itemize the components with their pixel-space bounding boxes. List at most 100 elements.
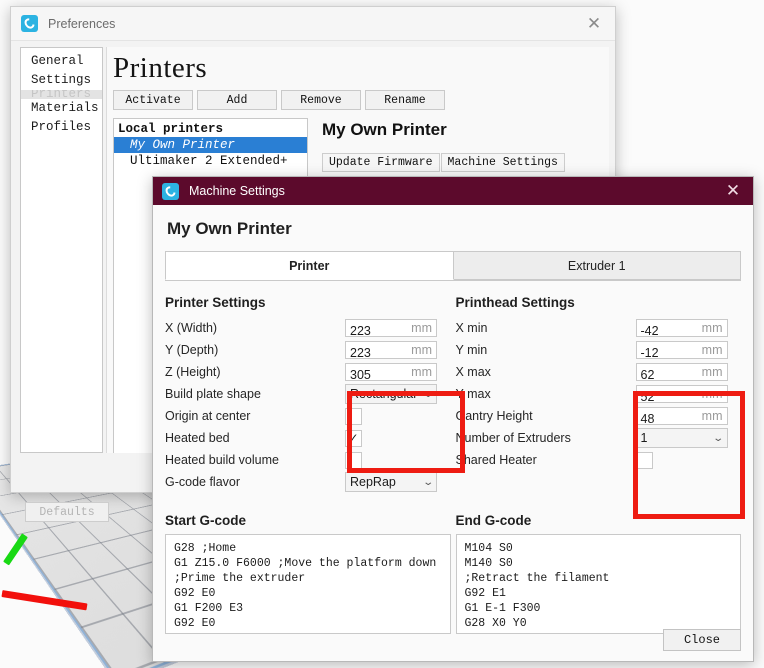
settings-columns: Printer Settings X (Width) 223 mm Y (Dep… — [165, 295, 741, 493]
y-max-unit: mm — [701, 387, 723, 401]
machine-settings-dialog: Machine Settings ✕ My Own Printer Printe… — [152, 176, 754, 662]
close-icon[interactable]: ✕ — [579, 11, 609, 37]
machine-settings-tabs: Printer Extruder 1 — [165, 251, 741, 281]
x-min-unit: mm — [701, 321, 723, 335]
end-gcode-textarea[interactable]: M104 S0 M140 S0 ;Retract the filament G9… — [455, 534, 741, 634]
cura-logo-icon — [21, 15, 38, 32]
machine-settings-footer: Close — [165, 629, 741, 651]
x-min-input[interactable]: -42 mm — [635, 319, 728, 337]
z-height-value: 305 — [350, 368, 371, 381]
row-origin-at-center: Origin at center — [165, 405, 451, 427]
preferences-sidebar: General Settings Printers Materials Prof… — [20, 47, 103, 453]
row-shared-heater: Shared Heater — [456, 449, 742, 471]
end-gcode-section: End G-code M104 S0 M140 S0 ;Retract the … — [455, 513, 741, 634]
sidebar-item-general[interactable]: General — [21, 52, 102, 71]
y-depth-input[interactable]: 223 mm — [345, 341, 437, 359]
y-max-value: 52 — [640, 390, 655, 403]
label-number-of-extruders: Number of Extruders — [455, 431, 571, 445]
build-plate-shape-select[interactable]: Rectangular ⌄ — [345, 384, 437, 404]
x-max-input[interactable]: 62 mm — [635, 363, 728, 381]
row-heated-bed: Heated bed ✓ — [165, 427, 451, 449]
row-build-plate-shape: Build plate shape Rectangular ⌄ — [165, 383, 451, 405]
label-heated-build-volume: Heated build volume — [165, 453, 279, 467]
number-of-extruders-select[interactable]: 1 ⌄ — [635, 428, 728, 448]
x-min-value: -42 — [640, 324, 659, 337]
defaults-button[interactable]: Defaults — [25, 502, 109, 522]
y-min-unit: mm — [701, 343, 723, 357]
gantry-height-input[interactable]: 48 mm — [635, 407, 728, 425]
chevron-down-icon: ⌄ — [421, 388, 434, 400]
y-min-input[interactable]: -12 mm — [635, 341, 728, 359]
control-y-depth: 223 mm — [345, 341, 437, 359]
gcode-flavor-value: RepRap — [350, 475, 396, 489]
label-origin-at-center: Origin at center — [165, 409, 251, 423]
machine-settings-button[interactable]: Machine Settings — [440, 153, 565, 172]
chevron-down-icon: ⌄ — [421, 476, 434, 488]
label-gantry-height: Gantry Height — [455, 409, 533, 423]
printhead-settings-title: Printhead Settings — [455, 295, 575, 310]
row-gantry-height: Gantry Height 48 mm — [456, 405, 742, 427]
sidebar-item-profiles[interactable]: Profiles — [21, 118, 102, 137]
machine-settings-title: Machine Settings — [189, 184, 285, 198]
x-width-unit: mm — [411, 321, 432, 335]
y-depth-unit: mm — [411, 343, 432, 357]
printer-tab-panel: Printer Settings X (Width) 223 mm Y (Dep… — [165, 281, 745, 634]
start-gcode-section: Start G-code G28 ;Home G1 Z15.0 F6000 ;M… — [165, 513, 451, 634]
row-number-of-extruders: Number of Extruders 1 ⌄ — [456, 427, 742, 449]
rename-button[interactable]: Rename — [365, 90, 445, 110]
row-z-height: Z (Height) 305 mm — [165, 361, 451, 383]
printhead-settings-section: Printhead Settings X min -42 mm Y min -1… — [456, 295, 742, 493]
row-y-depth: Y (Depth) 223 mm — [165, 339, 451, 361]
end-gcode-title: End G-code — [455, 513, 532, 528]
update-firmware-button[interactable]: Update Firmware — [322, 153, 440, 172]
y-max-input[interactable]: 52 mm — [635, 385, 728, 403]
preferences-title: Preferences — [48, 16, 116, 31]
close-icon[interactable]: ✕ — [717, 178, 749, 204]
sidebar-item-printers[interactable]: Printers — [21, 90, 102, 99]
label-gcode-flavor: G-code flavor — [165, 475, 241, 489]
sidebar-item-materials[interactable]: Materials — [21, 99, 102, 118]
origin-at-center-checkbox[interactable] — [345, 407, 362, 425]
build-plate-shape-value: Rectangular — [350, 387, 418, 401]
printer-settings-title: Printer Settings — [165, 295, 266, 310]
preferences-titlebar: Preferences ✕ — [11, 7, 615, 41]
chevron-down-icon: ⌄ — [712, 432, 725, 444]
gcode-area: Start G-code G28 ;Home G1 Z15.0 F6000 ;M… — [165, 513, 741, 634]
y-min-value: -12 — [640, 346, 659, 359]
row-x-min: X min -42 mm — [456, 317, 742, 339]
row-y-min: Y min -12 mm — [456, 339, 742, 361]
start-gcode-textarea[interactable]: G28 ;Home G1 Z15.0 F6000 ;Move the platf… — [165, 534, 451, 634]
printer-action-toolbar: Activate Add Remove Rename — [107, 90, 609, 110]
gcode-flavor-select[interactable]: RepRap ⌄ — [345, 472, 437, 492]
list-item[interactable]: My Own Printer — [114, 137, 307, 153]
row-gcode-flavor: G-code flavor RepRap ⌄ — [165, 471, 451, 493]
z-height-input[interactable]: 305 mm — [345, 363, 437, 381]
label-x-width: X (Width) — [165, 321, 218, 335]
row-x-max: X max 62 mm — [456, 361, 742, 383]
label-x-min: X min — [455, 321, 488, 335]
machine-settings-titlebar: Machine Settings ✕ — [153, 177, 753, 205]
x-max-value: 62 — [640, 368, 655, 381]
machine-printer-name: My Own Printer — [167, 219, 292, 238]
label-shared-heater: Shared Heater — [455, 453, 537, 467]
x-width-input[interactable]: 223 mm — [345, 319, 437, 337]
sidebar-item-settings[interactable]: Settings — [21, 71, 102, 90]
activate-button[interactable]: Activate — [113, 90, 193, 110]
page-title: Printers — [113, 52, 208, 84]
label-x-max: X max — [455, 365, 491, 379]
cura-logo-icon — [162, 182, 179, 200]
start-gcode-title: Start G-code — [165, 513, 247, 528]
add-button[interactable]: Add — [197, 90, 277, 110]
printer-detail-name: My Own Printer — [322, 120, 447, 139]
heated-build-volume-checkbox[interactable] — [345, 451, 362, 469]
list-item[interactable]: Ultimaker 2 Extended+ — [114, 153, 307, 169]
shared-heater-checkbox[interactable] — [635, 451, 653, 469]
tab-extruder-1[interactable]: Extruder 1 — [453, 251, 741, 280]
y-depth-value: 223 — [350, 346, 371, 359]
close-button[interactable]: Close — [663, 629, 741, 651]
remove-button[interactable]: Remove — [281, 90, 361, 110]
heated-bed-checkbox[interactable]: ✓ — [345, 429, 362, 447]
x-max-unit: mm — [701, 365, 723, 379]
tab-printer[interactable]: Printer — [165, 251, 454, 280]
label-y-depth: Y (Depth) — [165, 343, 219, 357]
